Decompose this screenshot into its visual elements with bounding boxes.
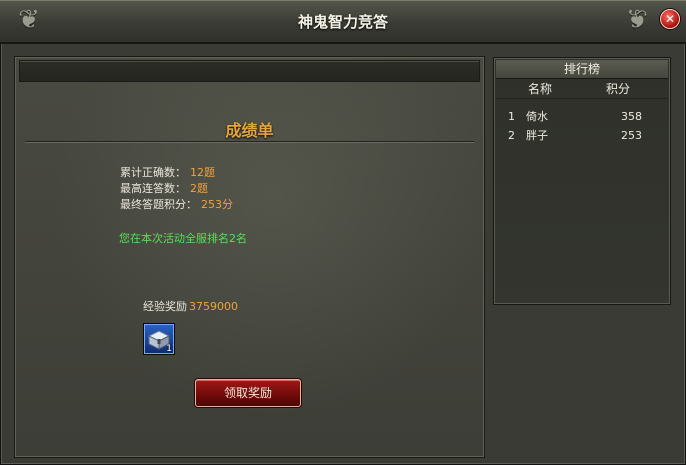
stat-correct-count: 累计正确数： 12题 <box>120 165 215 181</box>
stat-final-score: 最终答题积分： 253分 <box>120 197 233 213</box>
score-sheet-panel: 成绩单 累计正确数： 12题 最高连答数： 2题 最终答题积分： 253分 您在本次活… <box>14 56 485 458</box>
leaderboard-panel: 排行榜 名称 积分 1 倚水 358 2 胖子 253 <box>493 57 671 305</box>
leaderboard-row: 2 胖子 253 <box>496 127 668 145</box>
row-player-name: 倚水 <box>526 110 548 123</box>
leaderboard-title: 排行榜 <box>496 60 668 79</box>
row-score: 253 <box>621 129 642 142</box>
row-score: 358 <box>621 110 642 123</box>
row-rank: 1 <box>508 110 515 123</box>
window-title: 神鬼智力竞答 <box>297 13 388 31</box>
leaderboard-column-headers: 名称 积分 <box>496 80 668 99</box>
stat-value: 12题 <box>190 166 215 179</box>
score-sheet-heading: 成绩单 <box>225 121 274 140</box>
stat-label: 最高连答数： <box>120 182 186 195</box>
title-bar[interactable]: ❦ 神鬼智力竞答 ❦ ✕ <box>0 0 686 44</box>
close-icon: ✕ <box>664 12 676 26</box>
claim-reward-button[interactable]: 领取奖励 <box>195 379 301 407</box>
wing-ornament-icon: ❦ <box>626 5 648 35</box>
exp-reward-label: 经验奖励 <box>143 300 187 313</box>
row-player-name: 胖子 <box>526 129 548 142</box>
reward-item-slot[interactable]: 1 <box>143 323 175 355</box>
row-rank: 2 <box>508 129 515 142</box>
stat-value: 2题 <box>190 182 208 195</box>
heading-divider <box>25 141 474 143</box>
stat-label: 累计正确数： <box>120 166 186 179</box>
exp-reward: 经验奖励 3759000 <box>143 299 238 315</box>
close-button[interactable]: ✕ <box>660 9 680 29</box>
leaderboard-row: 1 倚水 358 <box>496 108 668 126</box>
server-rank-message: 您在本次活动全服排名2名 <box>119 232 247 245</box>
column-score-header: 积分 <box>606 82 631 96</box>
item-count: 1 <box>166 344 172 354</box>
stat-label: 最终答题积分： <box>120 198 197 211</box>
stat-best-streak: 最高连答数： 2题 <box>120 181 208 197</box>
stat-value: 253分 <box>201 198 233 211</box>
column-name-header: 名称 <box>528 82 553 96</box>
panel-header-strip <box>19 60 480 82</box>
quiz-window: ❦ 神鬼智力竞答 ❦ ✕ 成绩单 累计正确数： 12题 最高连答数： 2题 最终答题… <box>0 0 686 465</box>
exp-reward-value: 3759000 <box>189 300 238 313</box>
